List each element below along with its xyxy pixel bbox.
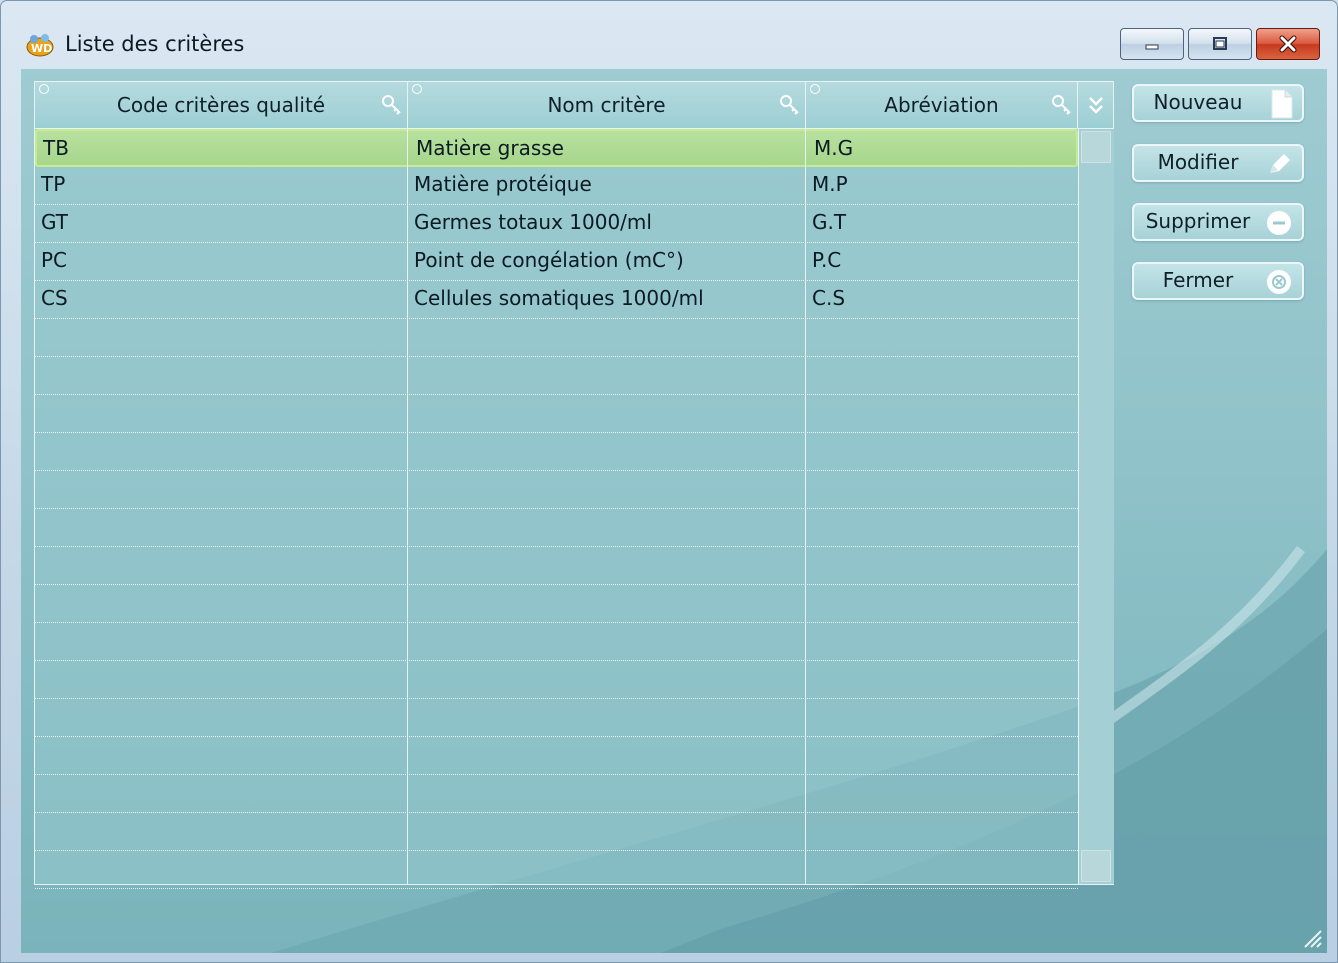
column-divider [805, 82, 806, 884]
key-icon[interactable] [779, 94, 801, 116]
cell-abreviation[interactable]: M.G [808, 131, 1080, 167]
cell-nom[interactable]: Point de congélation (mC°) [408, 243, 806, 279]
cell-nom[interactable]: Cellules somatiques 1000/ml [408, 281, 806, 317]
modifier-button[interactable]: Modifier [1132, 144, 1304, 182]
criteria-list-window: WD Liste des critères Code critères qual… [0, 0, 1338, 963]
fermer-button-label: Fermer [1162, 268, 1234, 292]
empty-table-row [35, 661, 1078, 699]
client-area: Code critères qualité Nom critère Abrévi… [21, 69, 1327, 953]
fermer-button[interactable]: Fermer [1132, 262, 1304, 300]
table-row[interactable]: TB Matière grasse M.G [35, 129, 1078, 167]
table-body: TB Matière grasse M.G TP Matière protéiq… [35, 129, 1078, 889]
empty-table-row [35, 737, 1078, 775]
cell-abreviation[interactable]: C.S [806, 281, 1078, 317]
minus-circle-icon [1267, 211, 1291, 235]
cell-abreviation[interactable]: G.T [806, 205, 1078, 241]
column-divider [407, 82, 408, 884]
column-header-nom[interactable]: Nom critère [408, 82, 806, 128]
table-row[interactable]: PC Point de congélation (mC°) P.C [35, 243, 1078, 281]
maximize-icon [1213, 37, 1227, 50]
close-circle-icon [1267, 270, 1291, 294]
scroll-up-button[interactable] [1081, 131, 1111, 163]
table-header: Code critères qualité Nom critère Abrévi… [35, 82, 1078, 129]
cell-nom[interactable]: Germes totaux 1000/ml [408, 205, 806, 241]
column-header-code[interactable]: Code critères qualité [35, 82, 408, 128]
empty-table-row [35, 623, 1078, 661]
empty-table-row [35, 319, 1078, 357]
cell-nom[interactable]: Matière protéique [408, 167, 806, 203]
cell-code[interactable]: CS [35, 281, 408, 317]
title-bar[interactable]: WD Liste des critères [1, 1, 1337, 69]
sort-indicator-icon [412, 84, 422, 94]
column-header-label: Abréviation [884, 93, 999, 117]
column-header-label: Nom critère [547, 93, 666, 117]
new-document-icon [1271, 89, 1293, 119]
empty-table-row [35, 357, 1078, 395]
maximize-button[interactable] [1188, 28, 1252, 60]
key-icon[interactable] [1051, 94, 1073, 116]
vertical-scrollbar[interactable] [1078, 129, 1114, 884]
column-header-abreviation[interactable]: Abréviation [806, 82, 1078, 128]
empty-table-row [35, 699, 1078, 737]
minimize-icon [1145, 44, 1159, 50]
double-chevron-down-icon [1088, 97, 1103, 114]
table-row[interactable]: GT Germes totaux 1000/ml G.T [35, 205, 1078, 243]
cell-code[interactable]: GT [35, 205, 408, 241]
sort-indicator-icon [810, 84, 820, 94]
empty-table-row [35, 851, 1078, 889]
empty-table-row [35, 471, 1078, 509]
empty-table-row [35, 813, 1078, 851]
modifier-button-label: Modifier [1157, 150, 1239, 174]
cell-abreviation[interactable]: M.P [806, 167, 1078, 203]
empty-table-row [35, 547, 1078, 585]
window-title: Liste des critères [65, 32, 245, 56]
expand-all-button[interactable] [1078, 82, 1113, 129]
cell-code[interactable]: TB [37, 131, 410, 167]
key-icon[interactable] [381, 94, 403, 116]
minimize-button[interactable] [1120, 28, 1184, 60]
cell-abreviation[interactable]: P.C [806, 243, 1078, 279]
resize-grip-icon[interactable] [1301, 927, 1323, 949]
scroll-down-button[interactable] [1081, 850, 1111, 882]
windev-app-icon: WD [26, 34, 54, 57]
empty-table-row [35, 509, 1078, 547]
criteria-table[interactable]: Code critères qualité Nom critère Abrévi… [34, 81, 1114, 889]
empty-table-row [35, 395, 1078, 433]
close-button[interactable] [1256, 28, 1320, 60]
table-row[interactable]: CS Cellules somatiques 1000/ml C.S [35, 281, 1078, 319]
empty-table-row [35, 775, 1078, 813]
close-icon [1279, 35, 1297, 53]
cell-nom[interactable]: Matière grasse [410, 131, 808, 167]
table-row[interactable]: TP Matière protéique M.P [35, 167, 1078, 205]
svg-text:WD: WD [31, 42, 52, 55]
cell-code[interactable]: PC [35, 243, 408, 279]
pencil-icon [1270, 154, 1290, 173]
column-header-label: Code critères qualité [116, 93, 326, 117]
sort-indicator-icon [39, 84, 49, 94]
nouveau-button-label: Nouveau [1153, 90, 1243, 114]
cell-code[interactable]: TP [35, 167, 408, 203]
supprimer-button[interactable]: Supprimer [1132, 203, 1304, 241]
empty-table-row [35, 433, 1078, 471]
nouveau-button[interactable]: Nouveau [1132, 84, 1304, 122]
supprimer-button-label: Supprimer [1145, 209, 1251, 233]
empty-table-row [35, 585, 1078, 623]
